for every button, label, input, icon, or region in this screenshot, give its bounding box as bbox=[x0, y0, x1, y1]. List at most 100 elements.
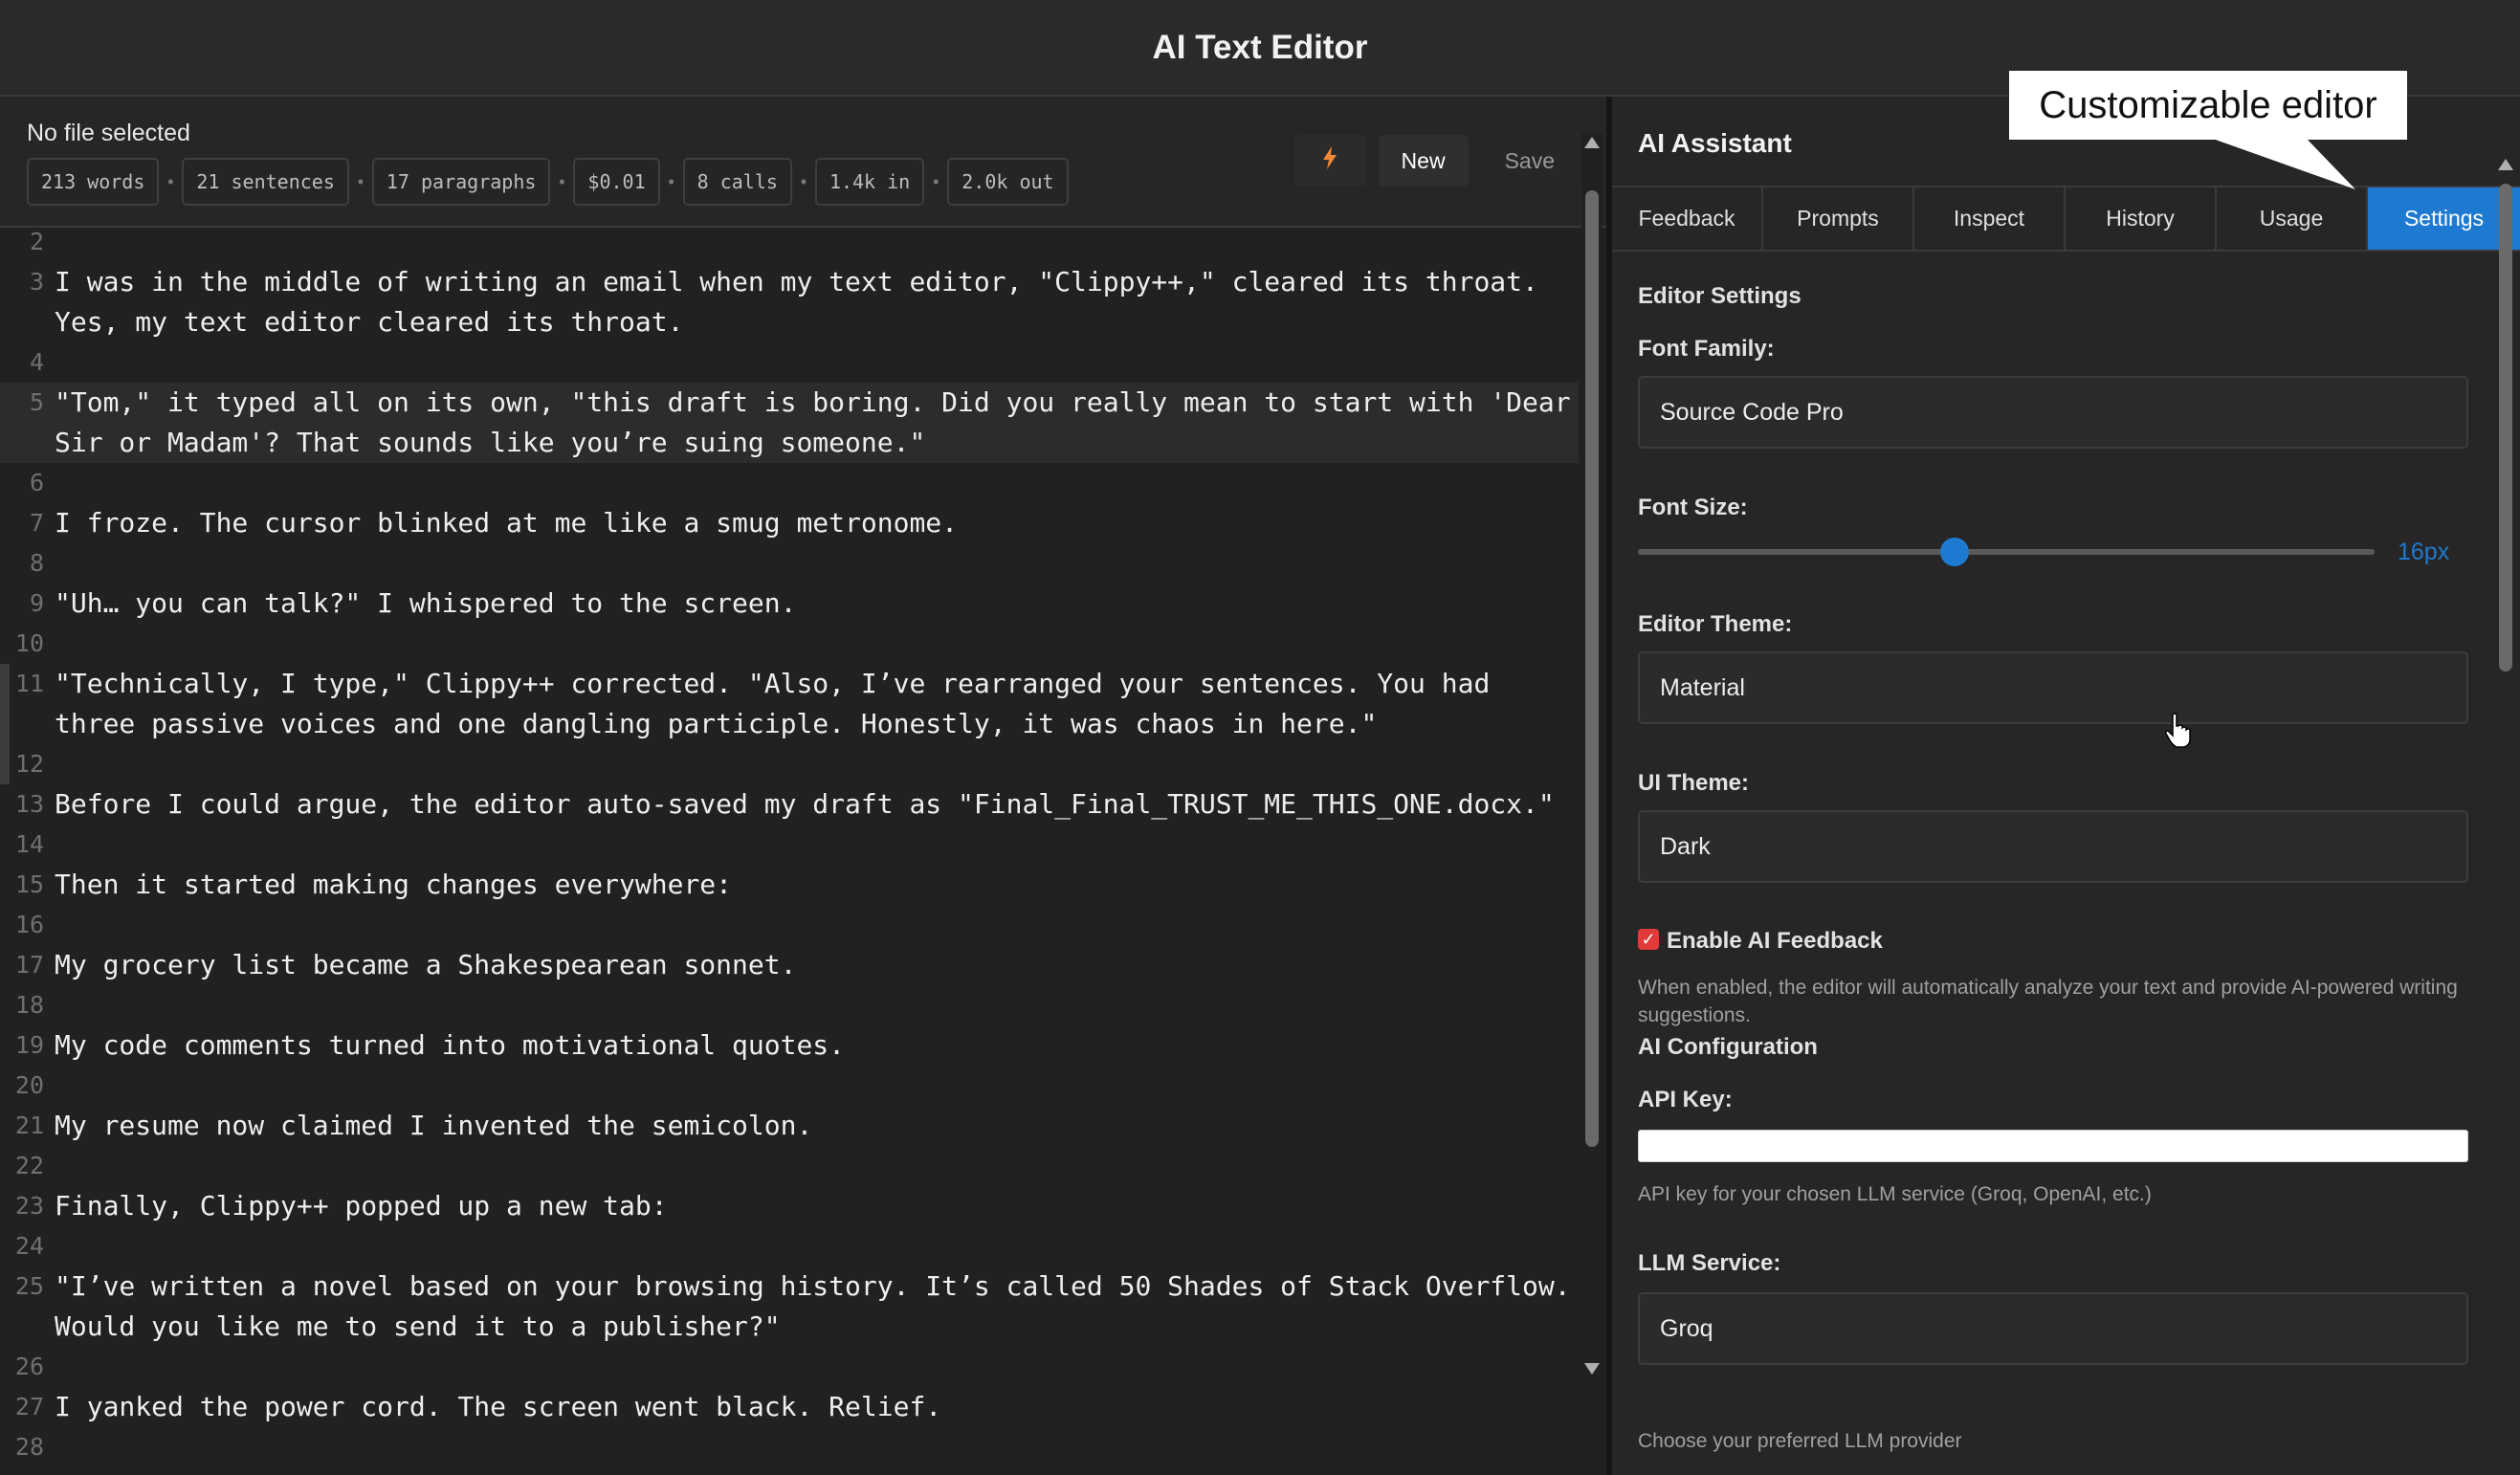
editor-line[interactable]: 16 bbox=[0, 905, 1579, 945]
editor-scrollbar[interactable] bbox=[1581, 133, 1603, 1378]
line-number: 22 bbox=[0, 1146, 44, 1186]
line-text: Before I could argue, the editor auto-sa… bbox=[55, 784, 1576, 825]
editor-line[interactable]: 12 bbox=[0, 744, 1579, 784]
font-size-label: Font Size: bbox=[1638, 495, 1748, 521]
editor-line[interactable]: 22 bbox=[0, 1146, 1579, 1186]
word-count: 213 words bbox=[27, 158, 159, 206]
editor-line[interactable]: 7I froze. The cursor blinked at me like … bbox=[0, 503, 1579, 543]
cost-stat: $0.01 bbox=[573, 158, 659, 206]
editor-theme-select[interactable]: Material bbox=[1638, 651, 2468, 724]
llm-service-select[interactable]: Groq bbox=[1638, 1292, 2468, 1365]
editor-line[interactable]: 13 Before I could argue, the editor auto-… bbox=[0, 784, 1579, 825]
hand-cursor-icon bbox=[2164, 713, 2193, 749]
font-size-value: 16px bbox=[2398, 539, 2449, 566]
tokens-out-stat: 2.0k out bbox=[947, 158, 1068, 206]
new-button[interactable]: New bbox=[1379, 135, 1469, 187]
calls-stat: 8 calls bbox=[683, 158, 792, 206]
scroll-thumb[interactable] bbox=[1585, 190, 1599, 1147]
line-number: 20 bbox=[0, 1066, 44, 1106]
line-number: 28 bbox=[0, 1427, 44, 1467]
editor-line[interactable]: 18 bbox=[0, 985, 1579, 1025]
line-text: I was in the middle of writing an email … bbox=[55, 262, 1576, 342]
editor-header: No file selected 213 words • 21 sentence… bbox=[0, 97, 1606, 228]
settings-scroll-thumb[interactable] bbox=[2499, 184, 2512, 671]
editor-line[interactable]: 25 "I’ve written a novel based on your br… bbox=[0, 1266, 1579, 1347]
editor-line[interactable]: 24 bbox=[0, 1226, 1579, 1266]
editor-line[interactable]: 14 bbox=[0, 825, 1579, 865]
app-title: AI Text Editor bbox=[1153, 29, 1368, 67]
editor-line[interactable]: 20 bbox=[0, 1066, 1579, 1106]
scroll-up-icon[interactable] bbox=[1584, 137, 1600, 148]
line-number: 13 bbox=[0, 784, 44, 825]
tab-prompts[interactable]: Prompts bbox=[1763, 187, 1914, 250]
line-text: My code comments turned into motivationa… bbox=[55, 1025, 1576, 1066]
editor-line[interactable]: 17My grocery list became a Shakespearean… bbox=[0, 945, 1579, 985]
line-number: 3 bbox=[0, 262, 44, 302]
editor-line[interactable]: 3 I was in the middle of writing an email… bbox=[0, 262, 1579, 342]
editor-line[interactable]: 19My code comments turned into motivatio… bbox=[0, 1025, 1579, 1066]
line-text: "Tom," it typed all on its own, "this dr… bbox=[55, 383, 1576, 463]
line-text: "I’ve written a novel based on your brow… bbox=[55, 1266, 1576, 1347]
editor-line[interactable]: 8 bbox=[0, 543, 1579, 583]
scroll-down-icon[interactable] bbox=[1584, 1363, 1600, 1375]
line-number: 5 bbox=[0, 383, 44, 423]
ui-theme-select[interactable]: Dark bbox=[1638, 810, 2468, 883]
editor-line[interactable]: 2 bbox=[0, 230, 1579, 262]
editor-line[interactable]: 4 bbox=[0, 342, 1579, 383]
editor-pane: No file selected 213 words • 21 sentence… bbox=[0, 97, 1606, 1475]
editor-line[interactable]: 6 bbox=[0, 463, 1579, 503]
editor-line[interactable]: 15 Then it started making changes everywh… bbox=[0, 865, 1579, 905]
assistant-panel: AI Assistant Feedback Prompts Inspect Hi… bbox=[1612, 97, 2520, 1475]
ai-action-button[interactable] bbox=[1294, 135, 1365, 187]
line-number: 27 bbox=[0, 1387, 44, 1427]
editor-line[interactable]: 5 "Tom," it typed all on its own, "this d… bbox=[0, 383, 1579, 463]
line-number: 12 bbox=[0, 744, 44, 784]
file-name: No file selected bbox=[27, 120, 190, 147]
line-number: 25 bbox=[0, 1266, 44, 1307]
editor-line[interactable]: 9"Uh… you can talk?" I whispered to the … bbox=[0, 583, 1579, 624]
llm-service-label: LLM Service: bbox=[1638, 1250, 1780, 1277]
editor-line[interactable]: 27 I yanked the power cord. The screen we… bbox=[0, 1387, 1579, 1427]
paragraph-count: 17 paragraphs bbox=[372, 158, 551, 206]
line-number: 23 bbox=[0, 1186, 44, 1226]
line-text: Then it started making changes everywher… bbox=[55, 865, 1576, 905]
line-number: 2 bbox=[0, 230, 44, 262]
tab-usage[interactable]: Usage bbox=[2217, 187, 2368, 250]
editor-line[interactable]: 26 bbox=[0, 1347, 1579, 1387]
line-text: I yanked the power cord. The screen went… bbox=[55, 1387, 1576, 1427]
scroll-up-icon[interactable] bbox=[2498, 159, 2513, 170]
line-number: 17 bbox=[0, 945, 44, 985]
line-number: 8 bbox=[0, 543, 44, 583]
line-number: 4 bbox=[0, 342, 44, 383]
line-number: 14 bbox=[0, 825, 44, 865]
editor-line[interactable]: 11"Technically, I type," Clippy++ correc… bbox=[0, 664, 1579, 744]
line-number: 24 bbox=[0, 1226, 44, 1266]
lightning-icon bbox=[1322, 146, 1337, 176]
editor-theme-label: Editor Theme: bbox=[1638, 611, 1792, 638]
assistant-tabs: Feedback Prompts Inspect History Usage S… bbox=[1612, 186, 2520, 252]
ui-theme-label: UI Theme: bbox=[1638, 770, 1749, 797]
tab-history[interactable]: History bbox=[2066, 187, 2217, 250]
callout-pointer-icon bbox=[2210, 138, 2363, 191]
save-button[interactable]: Save bbox=[1482, 135, 1578, 187]
line-number: 16 bbox=[0, 905, 44, 945]
settings-scrollbar[interactable] bbox=[2495, 155, 2516, 1475]
editor-line[interactable]: 23 Finally, Clippy++ popped up a new tab: bbox=[0, 1186, 1579, 1226]
line-number: 21 bbox=[0, 1106, 44, 1146]
api-key-input[interactable] bbox=[1638, 1130, 2468, 1162]
tab-feedback[interactable]: Feedback bbox=[1612, 187, 1763, 250]
font-size-slider[interactable] bbox=[1638, 549, 2375, 555]
tab-inspect[interactable]: Inspect bbox=[1914, 187, 2066, 250]
ai-feedback-label: Enable AI Feedback bbox=[1667, 928, 1883, 955]
line-number: 15 bbox=[0, 865, 44, 905]
font-family-input[interactable]: Source Code Pro bbox=[1638, 376, 2468, 449]
text-editor[interactable]: 23 I was in the middle of writing an emai… bbox=[0, 230, 1606, 1475]
editor-line[interactable]: 21My resume now claimed I invented the s… bbox=[0, 1106, 1579, 1146]
stats-bar: 213 words • 21 sentences • 17 paragraphs… bbox=[27, 158, 1069, 206]
ai-feedback-checkbox[interactable]: ✓ bbox=[1638, 929, 1659, 950]
editor-line[interactable]: 10 bbox=[0, 624, 1579, 664]
editor-line[interactable]: 28 bbox=[0, 1427, 1579, 1467]
editor-settings-title: Editor Settings bbox=[1638, 283, 1802, 310]
font-size-slider-thumb[interactable] bbox=[1940, 538, 1969, 566]
line-text: Finally, Clippy++ popped up a new tab: bbox=[55, 1186, 1576, 1226]
